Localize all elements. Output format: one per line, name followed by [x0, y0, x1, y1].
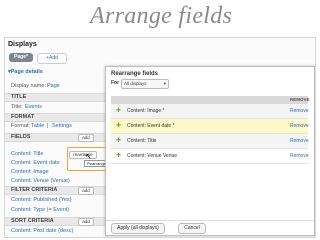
drag-handle-icon[interactable]: ✚ [116, 107, 121, 114]
field-label: Content: Venue Venue [127, 153, 178, 159]
field-item[interactable]: Content: Image [11, 169, 49, 175]
sort-add-button[interactable]: add [78, 218, 94, 226]
field-item[interactable]: Content: Event date [11, 160, 60, 166]
slide-title: Arrange fields [90, 3, 233, 29]
display-name-value[interactable]: Page [47, 83, 60, 89]
drag-handle-icon[interactable]: ✚ [116, 152, 121, 159]
dialog-footer-divider [106, 220, 314, 221]
format-table-link[interactable]: Table [31, 123, 44, 129]
format-section-header: FORMAT [5, 113, 107, 122]
remove-link[interactable]: Remove [290, 153, 309, 159]
title-section-header: TITLE [5, 93, 107, 102]
display-tab-page[interactable]: Page* [9, 53, 33, 62]
chevron-down-icon: ▾ [163, 81, 166, 86]
field-label: Content: Title [127, 138, 157, 144]
displays-title: Displays [8, 41, 37, 48]
table-row: ✚ Content: Title Remove [111, 134, 309, 149]
filter-item[interactable]: Content: Published (Yes) [11, 197, 72, 203]
remove-link[interactable]: Remove [290, 138, 309, 144]
add-display-button[interactable]: +Add [37, 53, 67, 64]
drag-handle-icon[interactable]: ✚ [116, 137, 121, 144]
field-label: Content: Image * [127, 108, 165, 114]
title-value-link[interactable]: Events [25, 104, 42, 110]
for-displays-select[interactable]: All displays ▾ [121, 79, 169, 89]
cancel-button[interactable]: Cancel [178, 223, 206, 234]
format-label: Format: [11, 123, 30, 129]
table-row: ✚ Content: Image * Remove [111, 104, 309, 119]
apply-all-displays-button[interactable]: Apply (all displays) [111, 223, 165, 234]
format-separator: | [47, 123, 49, 129]
table-header: REMOVE [111, 96, 310, 104]
format-settings-link[interactable]: Settings [52, 123, 72, 129]
remove-link[interactable]: Remove [290, 108, 309, 114]
display-name-label: Display name: [11, 83, 46, 89]
for-label: For [111, 80, 120, 86]
remove-link[interactable]: Remove [290, 123, 309, 129]
fields-table: REMOVE ✚ Content: Image * Remove ✚ Conte… [111, 96, 310, 164]
filter-item[interactable]: Content: Type (= Event) [11, 207, 69, 213]
field-item[interactable]: Content: Title [11, 151, 43, 157]
table-row: ✚ Content: Venue Venue Remove [111, 149, 309, 164]
fields-add-button[interactable]: add [78, 134, 94, 142]
dialog-title: Rearrange fields [111, 71, 159, 77]
rearrange-fields-dialog: Rearrange fields For All displays ▾ REMOV… [105, 66, 315, 236]
title-label: Title: [11, 104, 23, 110]
page-details-toggle[interactable]: ▾Page details [8, 69, 43, 75]
table-row: ✚ Content: Event date * Remove [111, 119, 309, 134]
field-label: Content: Event date * [127, 123, 175, 129]
remove-column-header: REMOVE [290, 97, 310, 102]
filter-add-button[interactable]: add [78, 187, 94, 195]
sort-item[interactable]: Content: Post date (desc) [11, 228, 73, 234]
mouse-pointer-icon: ↖ [85, 152, 92, 161]
drag-handle-icon[interactable]: ✚ [116, 122, 121, 129]
views-ui-panel: Displays Page* +Add ▾Page details Displa… [4, 37, 316, 238]
field-item[interactable]: Content: Venue (Venue) [11, 178, 70, 184]
